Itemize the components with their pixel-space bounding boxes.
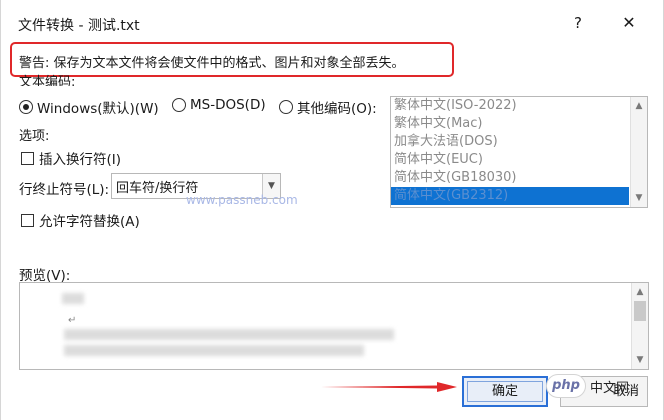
site-watermark-label: 中文网	[590, 381, 630, 396]
warning-message: 警告: 保存为文本文件将会使文件中的格式、图片和对象全部丢失。	[19, 56, 405, 71]
text-encoding-label: 文本编码:	[19, 75, 76, 86]
help-button[interactable]: ?	[567, 12, 589, 34]
preview-scrollbar[interactable]: ▲ ▼	[631, 283, 648, 369]
blurred-text-line	[64, 329, 394, 340]
encoding-list-item[interactable]: 简体中文(EUC)	[391, 151, 629, 169]
encoding-list-scrollbar[interactable]: ▲ ▼	[630, 97, 647, 207]
blurred-text-line	[62, 293, 84, 304]
close-button[interactable]: ✕	[618, 12, 640, 34]
radio-ms-dos[interactable]: MS-DOS(D)	[172, 97, 266, 113]
radio-msdos-label: MS-DOS(D)	[190, 97, 266, 113]
window-title: 文件转换 - 测试.txt	[18, 18, 140, 34]
radio-windows-label: Windows(默认)(W)	[37, 101, 159, 117]
annotation-arrow-icon	[321, 382, 457, 392]
php-logo: php	[546, 374, 586, 398]
checkbox-box	[21, 151, 34, 165]
encoding-list-item[interactable]: 繁体中文(ISO-2022)	[391, 97, 629, 115]
encoding-list-item-selected[interactable]: 简体中文(GB2312)	[391, 187, 629, 205]
radio-selected-indicator	[19, 100, 33, 114]
checkbox-box	[21, 213, 34, 227]
ok-button[interactable]: 确定	[462, 376, 548, 407]
allow-substitution-checkbox[interactable]: 允许字符替换(A)	[21, 210, 140, 230]
radio-other-label: 其他编码(O):	[297, 101, 377, 117]
title-bar: 文件转换 - 测试.txt ? ✕	[1, 0, 663, 44]
preview-area: ↵ ▲ ▼	[19, 282, 649, 370]
preview-label: 预览(V):	[19, 268, 71, 284]
options-label: 选项:	[19, 129, 50, 144]
scroll-up-icon[interactable]: ▲	[632, 285, 648, 299]
encoding-list-item[interactable]: 繁体中文(Mac)	[391, 115, 629, 133]
scroll-down-icon[interactable]: ▼	[631, 191, 647, 205]
insert-linebreak-label: 插入换行符(I)	[39, 152, 122, 168]
radio-indicator	[279, 100, 293, 114]
allow-substitution-label: 允许字符替换(A)	[39, 214, 140, 230]
encoding-listbox[interactable]: 繁体中文(ISO-2022) 繁体中文(Mac) 加拿大法语(DOS) 简体中文…	[390, 96, 648, 208]
blurred-text-line	[64, 345, 364, 356]
radio-other-encoding[interactable]: 其他编码(O):	[279, 97, 377, 117]
scrollbar-thumb[interactable]	[634, 301, 646, 321]
watermark-text: www.passneb.com	[186, 193, 298, 207]
radio-indicator	[172, 98, 186, 112]
encoding-list-item[interactable]: 简体中文(GB18030)	[391, 169, 629, 187]
scroll-down-icon[interactable]: ▼	[632, 353, 648, 367]
encoding-list-item[interactable]: 加拿大法语(DOS)	[391, 133, 629, 151]
radio-windows-default[interactable]: Windows(默认)(W)	[19, 97, 159, 117]
focus-ring	[467, 381, 543, 402]
file-conversion-dialog: 文件转换 - 测试.txt ? ✕ 警告: 保存为文本文件将会使文件中的格式、图…	[0, 0, 664, 420]
line-ending-label: 行终止符号(L):	[19, 182, 110, 198]
scroll-up-icon[interactable]: ▲	[631, 99, 647, 113]
insert-linebreak-checkbox[interactable]: 插入换行符(I)	[21, 148, 121, 168]
line-break-marker: ↵	[68, 315, 77, 326]
